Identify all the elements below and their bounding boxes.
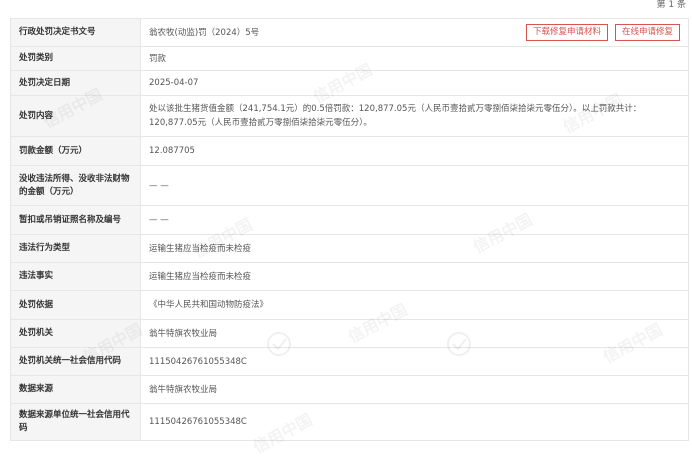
download-repair-materials-button[interactable]: 下载修复申请材料 [525,24,608,41]
table-row: 数据来源 翁牛特旗农牧业局 [11,376,689,404]
row-label: 没收违法所得、没收非法财物的金额（万元） [11,166,141,206]
action-buttons: 下载修复申请材料 在线申请修复 [525,24,680,41]
row-label: 数据来源单位统一社会信用代码 [11,404,141,441]
table-row: 违法行为类型 运输生猪应当检疫而未检疫 [11,235,689,263]
row-value: 11150426761055348C [141,348,689,376]
row-label: 处罚决定日期 [11,71,141,96]
row-label: 违法行为类型 [11,235,141,263]
row-value: 12.087705 [141,137,689,166]
row-value: 11150426761055348C [141,404,689,441]
row-value: 《中华人民共和国动物防疫法》 [141,291,689,320]
row-label: 罚款金额（万元） [11,137,141,166]
row-value: 翁农牧(动监)罚（2024）5号 下载修复申请材料 在线申请修复 [141,19,689,47]
row-label: 行政处罚决定书文号 [11,19,141,47]
doc-number-text: 翁农牧(动监)罚（2024）5号 [149,27,260,38]
row-value: 运输生猪应当检疫而未检疫 [141,235,689,263]
table-row: 数据来源单位统一社会信用代码 11150426761055348C [11,404,689,441]
row-value: 运输生猪应当检疫而未检疫 [141,263,689,291]
table-row: 违法事实 运输生猪应当检疫而未检疫 [11,263,689,291]
table-row: 处罚类别 罚款 [11,47,689,71]
row-label: 处罚机关 [11,320,141,348]
row-value: 翁牛特旗农牧业局 [141,376,689,404]
row-value: 处以该批生猪货值金额（241,754.1元）的0.5倍罚款：120,877.05… [141,96,689,137]
table-row: 没收违法所得、没收非法财物的金额（万元） — — [11,166,689,206]
row-label: 违法事实 [11,263,141,291]
online-repair-apply-button[interactable]: 在线申请修复 [614,24,680,41]
row-label: 处罚依据 [11,291,141,320]
table-row: 处罚决定日期 2025-04-07 [11,71,689,96]
table-row: 处罚内容 处以该批生猪货值金额（241,754.1元）的0.5倍罚款：120,8… [11,96,689,137]
table-row: 处罚依据 《中华人民共和国动物防疫法》 [11,291,689,320]
row-value: — — [141,166,689,206]
row-value: 翁牛特旗农牧业局 [141,320,689,348]
table-row: 暂扣或吊销证照名称及编号 — — [11,206,689,235]
row-label: 暂扣或吊销证照名称及编号 [11,206,141,235]
table-row: 处罚机关统一社会信用代码 11150426761055348C [11,348,689,376]
row-value: 2025-04-07 [141,71,689,96]
table-row-doc-number: 行政处罚决定书文号 翁农牧(动监)罚（2024）5号 下载修复申请材料 在线申请… [11,19,689,47]
penalty-info-table: 行政处罚决定书文号 翁农牧(动监)罚（2024）5号 下载修复申请材料 在线申请… [10,18,689,441]
row-label: 数据来源 [11,376,141,404]
pager-text: 第 1 条 [656,0,686,10]
row-value: — — [141,206,689,235]
row-label: 处罚类别 [11,47,141,71]
table-row: 罚款金额（万元） 12.087705 [11,137,689,166]
table-row: 处罚机关 翁牛特旗农牧业局 [11,320,689,348]
row-label: 处罚内容 [11,96,141,137]
row-label: 处罚机关统一社会信用代码 [11,348,141,376]
row-value: 罚款 [141,47,689,71]
